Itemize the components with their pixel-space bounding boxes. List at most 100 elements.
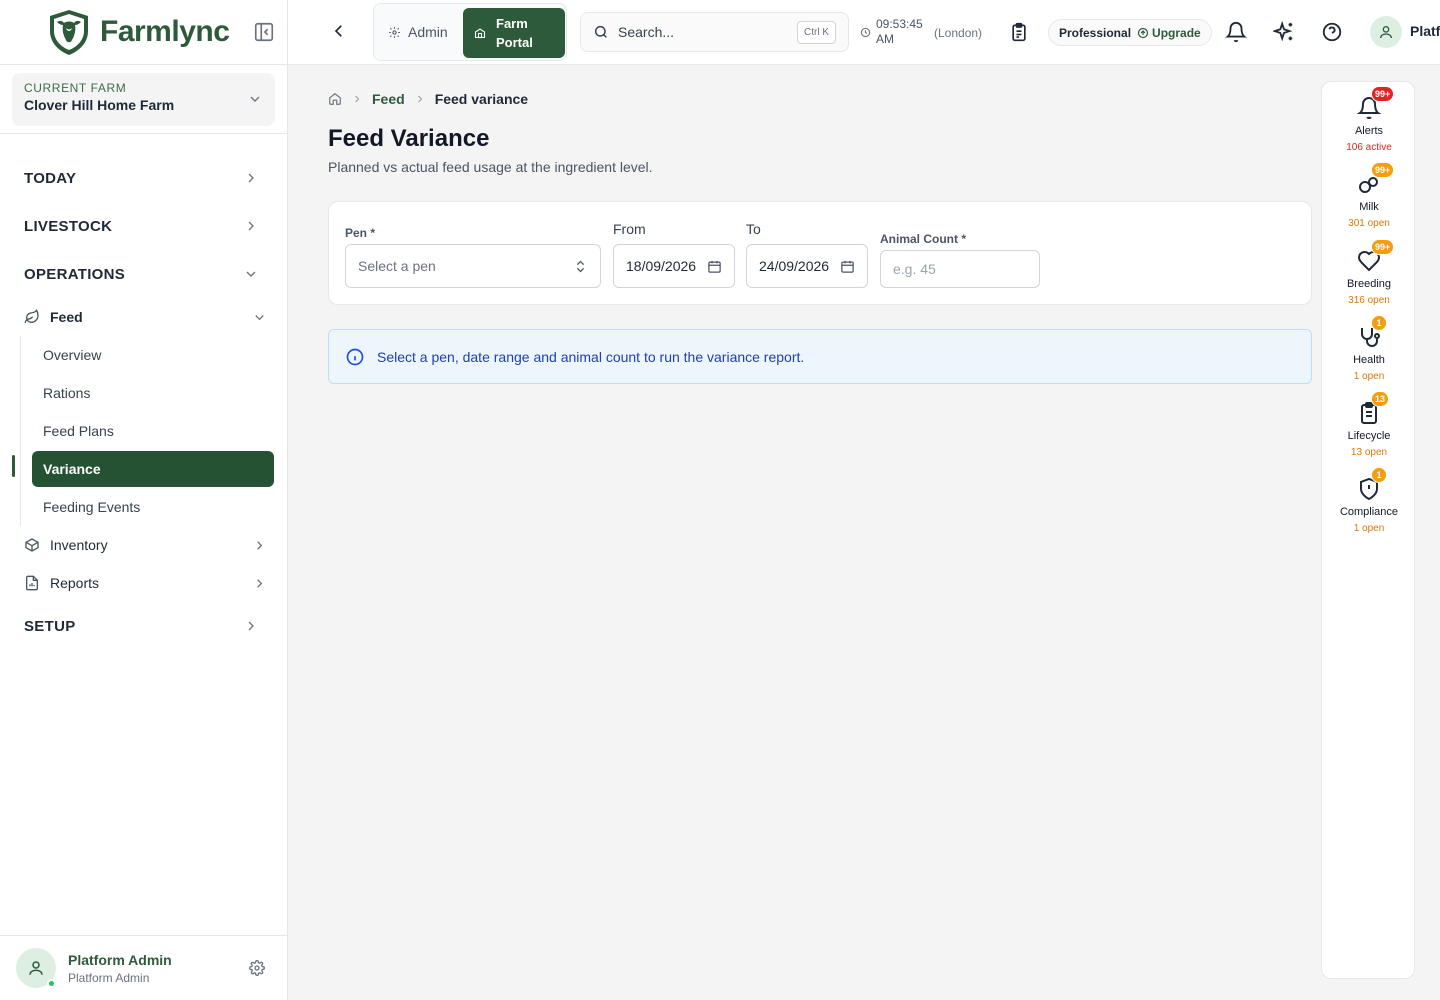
- farm-label: CURRENT FARM: [24, 81, 127, 95]
- filter-card: Pen * Select a pen From 18/09/2026 To 24…: [328, 201, 1312, 305]
- animal-count-input[interactable]: e.g. 45: [880, 250, 1040, 288]
- chevron-right-icon: [257, 540, 263, 550]
- farm-selector[interactable]: CURRENT FARM Clover Hill Home Farm: [12, 73, 275, 126]
- back-arrow-icon[interactable]: [330, 22, 348, 40]
- nav-section-label: SETUP: [24, 617, 76, 635]
- rail-item-compliance[interactable]: 1 Compliance 1 open: [1322, 467, 1416, 534]
- sub-item-variance[interactable]: Variance: [32, 451, 274, 487]
- rail-item-milk[interactable]: 99+ Milk 301 open: [1322, 162, 1416, 229]
- sidebar: Farmlync CURRENT FARM Clover Hill Home F…: [0, 0, 288, 1000]
- chevron-down-icon: [255, 314, 264, 320]
- rail-item-alerts[interactable]: 99+ Alerts 106 active: [1322, 86, 1416, 153]
- clipboard-icon[interactable]: [1009, 22, 1029, 42]
- leaf-icon: [24, 309, 39, 324]
- calendar-icon: [708, 260, 721, 273]
- rail-item-lifecycle[interactable]: 13 Lifecycle 13 open: [1322, 391, 1416, 458]
- topbar-user-name[interactable]: Platf: [1410, 23, 1440, 39]
- rail-count: 13 open: [1350, 447, 1388, 458]
- rail-item-health[interactable]: 1 Health 1 open: [1322, 315, 1416, 382]
- barn-icon: [474, 28, 486, 39]
- admin-mode-button[interactable]: Admin: [388, 24, 448, 40]
- nav-item-label: Inventory: [50, 537, 108, 553]
- feed-submenu: Overview Rations Feed Plans Variance Fee…: [20, 336, 287, 526]
- rail-count: 316 open: [1348, 295, 1390, 306]
- user-icon: [1380, 26, 1392, 39]
- sub-item-overview[interactable]: Overview: [21, 336, 287, 374]
- pen-placeholder: Select a pen: [358, 258, 436, 274]
- chevron-right-icon: [257, 578, 263, 588]
- rail-count: 1 open: [1353, 523, 1385, 534]
- chevron-down-icon: [246, 271, 256, 277]
- animal-count-placeholder: e.g. 45: [893, 261, 936, 277]
- sidebar-user: Platform Admin Platform Admin: [0, 935, 287, 1000]
- sidebar-collapse-icon[interactable]: [253, 21, 275, 43]
- nav-section-label: LIVESTOCK: [24, 217, 113, 235]
- page-title: Feed Variance: [328, 125, 490, 152]
- to-date-value: 24/09/2026: [759, 258, 830, 274]
- search-shortcut: Ctrl K: [797, 20, 836, 44]
- search-placeholder: Search...: [618, 24, 675, 40]
- rail-count: 1 open: [1353, 371, 1385, 382]
- from-date-input[interactable]: 18/09/2026: [613, 244, 735, 288]
- rail-badge: 99+: [1371, 162, 1395, 178]
- rail-label: Alerts: [1354, 125, 1384, 137]
- chevron-right-icon: [248, 221, 254, 231]
- pen-select[interactable]: Select a pen: [345, 244, 601, 288]
- nav-section-livestock[interactable]: LIVESTOCK: [0, 202, 287, 250]
- sparkles-icon[interactable]: [1273, 21, 1295, 43]
- nav-item-feed[interactable]: Feed: [0, 298, 287, 336]
- rail-badge: 99+: [1371, 86, 1395, 102]
- rail-label: Lifecycle: [1347, 430, 1391, 442]
- sidebar-nav: TODAY LIVESTOCK OPERATIONS Feed Overview…: [0, 134, 287, 650]
- brand-name: Farmlync: [100, 15, 230, 48]
- nav-item-inventory[interactable]: Inventory: [0, 526, 287, 564]
- nav-section-operations[interactable]: OPERATIONS: [0, 250, 287, 298]
- animal-count-label: Animal Count *: [880, 232, 966, 246]
- rail-count: 106 active: [1346, 142, 1392, 153]
- rail-label: Milk: [1359, 201, 1379, 213]
- chevron-right-icon: [248, 621, 254, 631]
- nav-section-label: TODAY: [24, 169, 77, 187]
- chevron-right-icon: [355, 95, 360, 103]
- to-label: To: [746, 221, 761, 237]
- user-name: Platform Admin: [68, 951, 172, 968]
- plan-badge: Professional Upgrade: [1048, 19, 1212, 46]
- settings-gear-icon[interactable]: [249, 960, 265, 976]
- clock-icon: [860, 27, 871, 38]
- chevron-right-icon: [248, 173, 254, 183]
- breadcrumb-current: Feed variance: [434, 91, 529, 107]
- active-indicator: [12, 455, 15, 477]
- clock-timezone: (London): [934, 26, 983, 40]
- rail-badge: 13: [1371, 391, 1390, 407]
- page-subtitle: Planned vs actual feed usage at the ingr…: [328, 159, 653, 175]
- portal-switcher: Admin Farm Portal: [373, 3, 567, 61]
- sub-item-rations[interactable]: Rations: [21, 374, 287, 412]
- pen-label: Pen *: [345, 226, 376, 240]
- box-icon: [25, 538, 39, 552]
- home-icon[interactable]: [328, 92, 342, 106]
- topbar: Admin Farm Portal Search... Ctrl K 09:53…: [288, 0, 1440, 65]
- from-label: From: [613, 221, 646, 237]
- help-icon[interactable]: [1321, 21, 1343, 43]
- nav-item-reports[interactable]: Reports: [0, 564, 287, 602]
- sub-item-feeding-events[interactable]: Feeding Events: [21, 488, 287, 526]
- online-status-dot: [47, 979, 56, 988]
- farm-portal-button[interactable]: Farm Portal: [463, 8, 565, 58]
- user-icon: [29, 961, 43, 975]
- user-avatar[interactable]: [1370, 16, 1402, 48]
- gear-icon: [389, 26, 400, 38]
- rail-item-breeding[interactable]: 99+ Breeding 316 open: [1322, 239, 1416, 306]
- breadcrumb: Feed Feed variance: [328, 91, 528, 107]
- avatar[interactable]: [16, 948, 56, 988]
- bell-icon[interactable]: [1225, 21, 1247, 43]
- farmlync-logo-icon: [50, 10, 88, 55]
- upgrade-link[interactable]: Upgrade: [1137, 26, 1201, 40]
- global-search[interactable]: Search... Ctrl K: [580, 12, 849, 52]
- nav-section-setup[interactable]: SETUP: [0, 602, 287, 650]
- to-date-input[interactable]: 24/09/2026: [746, 244, 868, 288]
- report-icon: [26, 575, 38, 591]
- sub-item-feed-plans[interactable]: Feed Plans: [21, 412, 287, 450]
- rail-count: 301 open: [1348, 218, 1390, 229]
- nav-section-today[interactable]: TODAY: [0, 154, 287, 202]
- breadcrumb-feed[interactable]: Feed: [372, 91, 405, 107]
